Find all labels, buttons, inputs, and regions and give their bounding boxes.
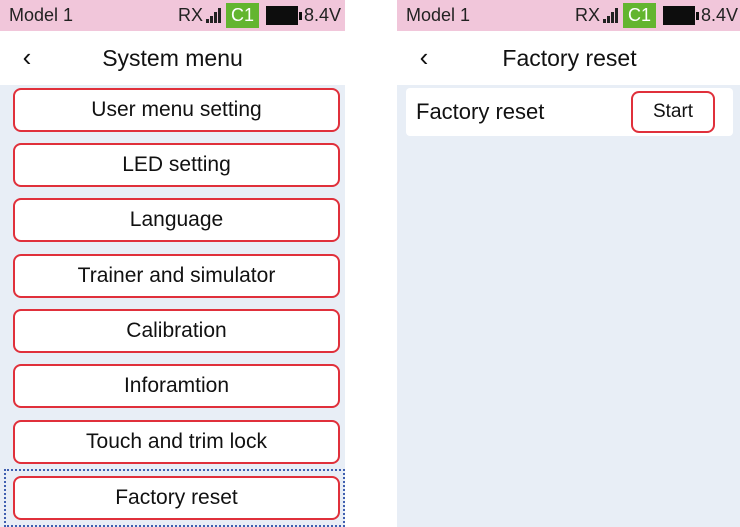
rx-label: RX <box>575 5 601 25</box>
battery-voltage: 8.4V <box>701 5 739 25</box>
calibration-button[interactable]: Calibration <box>13 309 340 353</box>
status-bar: Model 1 RX C1 8.4V <box>0 0 345 31</box>
information-button[interactable]: Inforamtion <box>13 364 340 408</box>
battery-full-icon <box>663 6 699 25</box>
factory-reset-row: Factory reset Start <box>406 88 733 136</box>
factory-reset-screen: Model 1 RX C1 8.4V ‹ Factory reset Facto… <box>397 0 740 527</box>
battery-full-icon <box>266 6 302 25</box>
channel-badge: C1 <box>226 3 259 28</box>
led-setting-button[interactable]: LED setting <box>13 143 340 187</box>
page-title: Factory reset <box>502 45 637 71</box>
page-title: System menu <box>102 45 243 71</box>
signal-bars-icon <box>206 7 224 23</box>
menu-list: User menu setting LED setting Language T… <box>0 85 345 527</box>
trainer-simulator-button[interactable]: Trainer and simulator <box>13 254 340 298</box>
battery-voltage: 8.4V <box>304 5 342 25</box>
user-menu-setting-button[interactable]: User menu setting <box>13 88 340 132</box>
rx-label: RX <box>178 5 204 25</box>
model-name: Model 1 <box>406 5 471 25</box>
start-button[interactable]: Start <box>631 91 715 133</box>
status-bar: Model 1 RX C1 8.4V <box>397 0 740 31</box>
factory-reset-label: Factory reset <box>416 99 545 124</box>
system-menu-screen: Model 1 RX C1 8.4V ‹ System menu User me… <box>0 0 345 527</box>
touch-trim-lock-button[interactable]: Touch and trim lock <box>13 420 340 464</box>
factory-reset-button[interactable]: Factory reset <box>13 476 340 520</box>
channel-badge: C1 <box>623 3 656 28</box>
language-button[interactable]: Language <box>13 198 340 242</box>
title-bar: ‹ System menu <box>0 31 345 85</box>
factory-reset-panel: Factory reset Start <box>397 85 740 527</box>
title-bar: ‹ Factory reset <box>397 31 740 85</box>
model-name: Model 1 <box>9 5 74 25</box>
signal-bars-icon <box>603 7 621 23</box>
